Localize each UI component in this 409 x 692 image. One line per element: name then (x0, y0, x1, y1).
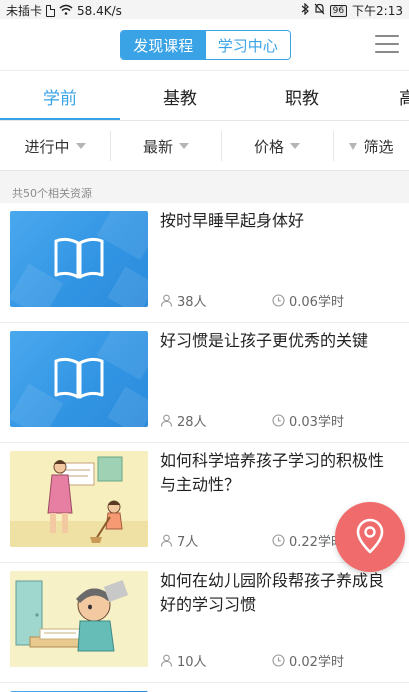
mute-bell-icon (314, 3, 325, 18)
course-title: 如何科学培养孩子学习的积极性与主动性？ (160, 451, 385, 494)
study-hours-value: 0.02学时 (289, 655, 344, 670)
learner-count: 28人 (160, 411, 207, 430)
learner-count-value: 38人 (177, 295, 207, 310)
learner-count: 38人 (160, 291, 207, 310)
filter-sort[interactable]: 最新 (111, 121, 221, 171)
segment-discover-courses[interactable]: 发现课程 (121, 31, 206, 59)
caret-down-icon (75, 143, 86, 149)
course-title: 如何在幼儿园阶段帮孩子养成良好的学习习惯 (160, 571, 385, 614)
tab-vocational[interactable]: 职教 (242, 71, 362, 120)
carrier-label: 未插卡 (6, 4, 43, 18)
clock-icon (272, 294, 285, 307)
study-hours-value: 0.06学时 (289, 295, 344, 310)
learner-count: 7人 (160, 531, 198, 550)
course-item[interactable] (0, 683, 409, 692)
book-icon (54, 357, 104, 399)
filter-more-label: 筛选 (363, 137, 394, 156)
tab-higher-education[interactable]: 高 (346, 71, 409, 120)
course-thumbnail (10, 571, 148, 667)
app-header: 发现课程 学习中心 (0, 19, 409, 71)
filter-status-label: 进行中 (24, 137, 70, 156)
segment-control: 发现课程 学习中心 (120, 30, 291, 60)
book-icon (54, 237, 104, 279)
person-icon (160, 294, 173, 307)
study-hours: 0.22学时 (272, 531, 344, 550)
filter-status[interactable]: 进行中 (0, 121, 110, 171)
clock-icon (272, 534, 285, 547)
learner-count-value: 28人 (177, 415, 207, 430)
course-thumbnail (10, 451, 148, 547)
cartoon-sweeping-illustration (10, 451, 148, 547)
course-thumbnail (10, 211, 148, 307)
course-title: 按时早睡早起身体好 (160, 211, 305, 230)
course-item[interactable]: 好习惯是让孩子更优秀的关键 28人 0.03学时 (0, 323, 409, 443)
caret-down-icon (179, 143, 189, 149)
filter-bar: 进行中 最新 价格 筛选 (0, 121, 409, 171)
cartoon-studying-illustration (10, 571, 148, 667)
battery-icon: 96 (329, 4, 348, 17)
person-icon (160, 414, 173, 427)
tab-preschool[interactable]: 学前 (0, 71, 120, 120)
filter-price[interactable]: 价格 (222, 121, 332, 171)
result-count-bar: 共50个相关资源 (0, 171, 409, 203)
hamburger-menu-icon[interactable] (375, 35, 399, 55)
category-tabs: 学前 基教 职教 高 (0, 71, 409, 121)
learner-count-value: 7人 (177, 535, 199, 550)
status-bar: 未插卡 58.4K/s 96 下午2:13 (0, 0, 409, 19)
result-count: 共50个相关资源 (12, 187, 92, 200)
course-item[interactable]: 如何在幼儿园阶段帮孩子养成良好的学习习惯 10人 0.02学时 (0, 563, 409, 683)
person-icon (160, 534, 173, 547)
course-title: 好习惯是让孩子更优秀的关键 (160, 331, 369, 350)
study-hours: 0.03学时 (272, 411, 344, 430)
learner-count-value: 10人 (177, 655, 207, 670)
sim-card-icon (46, 4, 56, 17)
segment-learning-center[interactable]: 学习中心 (205, 31, 290, 59)
tab-basic-education[interactable]: 基教 (120, 71, 240, 120)
study-hours-value: 0.03学时 (289, 415, 344, 430)
funnel-icon (349, 142, 358, 150)
location-pin-icon (356, 518, 384, 554)
person-icon (160, 654, 173, 667)
course-item[interactable]: 按时早睡早起身体好 38人 0.06学时 (0, 203, 409, 323)
course-thumbnail (10, 331, 148, 427)
learner-count: 10人 (160, 651, 207, 670)
filter-price-label: 价格 (253, 137, 284, 156)
network-speed: 58.4K/s (77, 3, 122, 18)
filter-more[interactable]: 筛选 (334, 121, 409, 171)
location-button[interactable] (335, 502, 405, 572)
filter-sort-label: 最新 (142, 137, 173, 156)
clock-icon (272, 654, 285, 667)
bluetooth-icon (301, 2, 309, 18)
caret-down-icon (290, 143, 300, 149)
study-hours: 0.02学时 (272, 651, 344, 670)
wifi-icon (59, 4, 73, 18)
clock: 下午2:13 (352, 4, 403, 18)
study-hours: 0.06学时 (272, 291, 344, 310)
clock-icon (272, 414, 285, 427)
